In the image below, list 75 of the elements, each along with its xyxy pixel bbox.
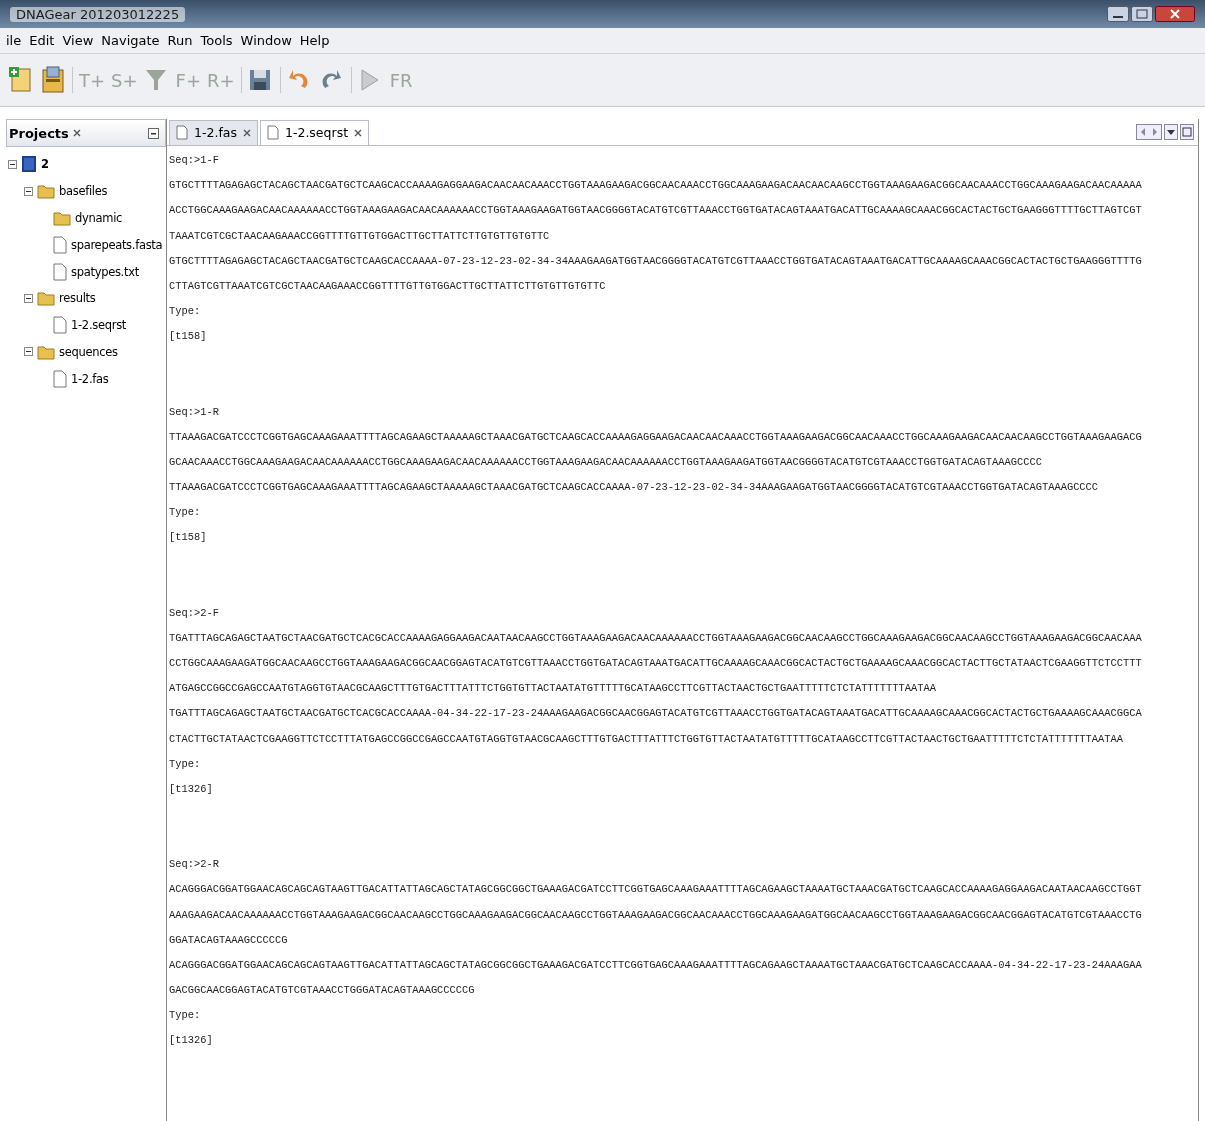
sequence-header: Seq:>1-R xyxy=(169,404,220,420)
new-file-icon[interactable] xyxy=(8,66,34,94)
sequence-line: GGATACAGTAAAGCCCCCG xyxy=(169,932,289,948)
collapse-icon[interactable] xyxy=(24,293,33,303)
close-icon[interactable] xyxy=(354,128,363,137)
sequence-line: CTTAGTCGTTAAATCGTCGCTAACAAGAAACCGGTTTTGTTGTGGACTTGCTTATTCTTGTGTTGTGTTC xyxy=(169,278,607,294)
sequence-line: TTAAAGACGATCCCTCGGTGAGCAAAGAAATTTTAGCAGAAGCTAAAAAGCTAAACGATGCTCAAGCACCAAAA-07-23-12-23-02-34-34AAAGAAGATGGTAACGGGGTACATGTCGTAAACCTGGTGATACAGTAAAGCCCC xyxy=(169,480,1100,496)
menu-item[interactable]: Tools xyxy=(200,32,233,49)
maximize-icon[interactable] xyxy=(1131,6,1153,22)
sequence-line: ACAGGGACGGATGGAACAGCAGCAGTAAGTTGACATTATTAGCAGCTATAGCGGCGGCTGAAAGACGATCCTTCGGTGAGCAAAGAAATTTTAGCAGAAGCTAAAATGCTAAACGATGCTCAAGCACCAAAA-04-34-22-17-23-24AAAGAA xyxy=(169,957,1143,973)
folder-icon xyxy=(37,182,55,201)
sequence-line: CCTGGCAAAGAAGATGGCAACAAGCCTGGTAAAGAAGACGGCAACGGAGTACATGTCGTTAAACCTGGTGATACAGTAAATGACATTGCAAAAGCAAACGGCACTACTGCTGAAAAGCAAACGGCACTACTTGCTATAACTCGAAGGTTCTCCTTT xyxy=(169,656,1143,671)
sequence-line: TTAAAGACGATCCCTCGGTGAGCAAAGAAATTTTAGCAGAAGCTAAAAAGCTAAACGATGCTCAAGCACCAAAAGAGGAAGACAACAACAAACCTGGTAAAGAAGACGGCAACAAACCTGGCAAAGAAGACAACAACAAGCCTGGTAAAGAAGACG xyxy=(169,429,1143,445)
file-icon xyxy=(53,369,67,388)
tree-item[interactable]: sequences xyxy=(59,344,118,359)
sequence-line: ACCTGGCAAAGAAGACAACAAAAAACCTGGTAAAGAAGACAACAAAAAACCTGGTAAAGAAGATGGTAACGGGGTACATGTCGTTAAACCTGGTGATACAGTAAATGACATTGCAAAAGCAAACGGCACTACTGCTGAAGGGTTTTGCTTAGTCGT xyxy=(169,203,1143,219)
type-label: Type: xyxy=(169,756,202,772)
tree-item[interactable]: results xyxy=(59,291,96,306)
open-project-icon[interactable] xyxy=(40,66,66,94)
type-value: [t158] xyxy=(169,329,208,345)
sequence-header: Seq:>2-F xyxy=(169,605,220,621)
type-label: Type: xyxy=(169,1008,202,1024)
sequence-line: TGATTTAGCAGAGCTAATGCTAACGATGCTCACGCACCAAAAGAGGAAGACAATAACAAGCCTGGTAAAGAAGACAACAAAAAACCTGGTAAAGAAGACGGCAACAAGCCTGGCAAAGAAGACGGCAACAAGCCTGGTAAAGAAGACGGCAACAAA xyxy=(169,630,1143,646)
file-icon xyxy=(53,235,67,254)
collapse-icon[interactable] xyxy=(24,186,33,196)
sequence-line: GTGCTTTTAGAGAGCTACAGCTAACGATGCTCAAGCACCAAAAGAGGAAGACAACAACAAACCTGGTAAAGAAGACGGCAACAAACCTGGCAAAGAAGACAACAACAAGCCTGGTAAAGAAGACGGCAACAAACCTGGCAAAGAAGACAACAAAAA xyxy=(169,178,1143,194)
minimize-icon[interactable] xyxy=(1107,6,1129,22)
sequence-line: AAAGAAGACAACAAAAAACCTGGTAAAGAAGACGGCAACAAGCCTGGCAAAGAAGACGGCAACAAGCCTGGTAAAGAAGACGGCAACAAACCTGGCAAAGAAGATGGCAACAAGCCTGGTAAAGAAGACGGCAACGGAGTACATGTCGTAAACCTG xyxy=(169,907,1143,923)
close-icon[interactable] xyxy=(242,128,251,137)
minimize-icon[interactable] xyxy=(148,127,159,139)
collapse-icon[interactable] xyxy=(8,159,17,169)
type-value: [t1326] xyxy=(169,781,214,797)
close-icon[interactable] xyxy=(72,129,81,137)
tree-item[interactable]: 1-2.fas xyxy=(71,371,109,386)
project-icon xyxy=(21,155,37,174)
dropdown-icon[interactable] xyxy=(1164,124,1178,140)
menu-item[interactable]: Navigate xyxy=(101,32,160,49)
menu-item[interactable]: View xyxy=(62,32,94,49)
file-icon xyxy=(53,262,67,281)
tree-item[interactable]: basefiles xyxy=(59,184,108,199)
menu-item[interactable]: ile xyxy=(6,32,22,49)
editor-tab[interactable]: 1-2.seqrst xyxy=(259,119,370,145)
sequence-line: ATGAGCCGGCCGAGCCAATGTAGGTGTAACGCAAGCTTTGTGACTTTATTTCTGGTGTTACTAATATGTTTTTGCATAAGCCTTCGTTACTAACTGCTGAATTTTTCTCTATTTTTTTAATAA xyxy=(169,681,937,697)
file-icon xyxy=(176,125,188,140)
tree-item[interactable]: dynamic xyxy=(75,211,123,225)
close-icon[interactable] xyxy=(1155,6,1195,22)
file-icon xyxy=(266,125,279,140)
collapse-icon[interactable] xyxy=(24,347,33,357)
sequence-line: GACGGCAACGGAGTACATGTCGTAAACCTGGGATACAGTAAAGCCCCCG xyxy=(169,983,476,999)
tree-item[interactable]: 2 xyxy=(41,157,49,172)
menu-item[interactable]: Help xyxy=(299,32,330,49)
type-value: [t1326] xyxy=(169,1033,214,1049)
sequence-line: CTACTTGCTATAACTCGAAGGTTCTCCTTTATGAGCCGGCCGAGCCAATGTAGGTGTAACGCAAGCTTTGTGACTTTATTTCTGGTGTTACTAATATGTTTTTGCATAAGCCTTCGTTACTAACTGCTGAATTTTTCTCTATTTTTTTAATAA xyxy=(169,731,1125,747)
tree-item[interactable]: sparepeats.fasta xyxy=(71,237,163,252)
menu-item[interactable]: Edit xyxy=(29,32,55,49)
sequence-header: Seq:>2-R xyxy=(169,857,220,873)
projects-tab[interactable]: Projects xyxy=(6,119,166,147)
sequence-line: TAAATCGTCGCTAACAAGAAACCGGTTTTGTTGTGGACTTGCTTATTCTTGTGTTGTGTTC xyxy=(169,228,551,244)
tree-item[interactable]: spatypes.txt xyxy=(71,264,139,279)
sequence-line: GCAACAAACCTGGCAAAGAAGACAACAAAAAACCTGGCAAAGAAGACAACAAAAAACCTGGTAAAGAAGACAACAAAAAACCTGGTAAAGAAGATGGTAACGGGGTACATGTCGTAAACCTGGTGATACAGTAAAGCCCC xyxy=(169,454,1043,470)
sequence-line: TGATTTAGCAGAGCTAATGCTAACGATGCTCACGCACCAAAA-04-34-22-17-23-24AAAGAAGACGGCAACGGAGTACATGTCGTTAAACCTGGTGATACAGTAAATGACATTGCAAAAGCAAACGGCACTACTGCTGAAAAGCAAACGGCA xyxy=(169,706,1143,722)
editor-tab[interactable]: 1-2.fas xyxy=(169,119,258,145)
file-icon xyxy=(53,316,67,335)
window-title: DNAGear 201203012225 xyxy=(10,6,186,22)
folder-icon xyxy=(53,209,71,227)
menu-item[interactable]: Run xyxy=(167,32,193,49)
sequence-header: Seq:>1-F xyxy=(169,153,220,168)
menu-item[interactable]: Window xyxy=(240,32,292,49)
sequence-line: GTGCTTTTAGAGAGCTACAGCTAACGATGCTCAAGCACCAAAA-07-23-12-23-02-34-34AAAGAAGATGGTAACGGGGTACATGTCGTTAAACCTGGTGATACAGTAAATGACATTGCAAAAGCAAACGGCACTACTGCTGAAGGGTTTTG xyxy=(169,253,1143,269)
sequence-line: ACAGGGACGGATGGAACAGCAGCAGTAAGTTGACATTATTAGCAGCTATAGCGGCGGCTGAAAGACGATCCTTCGGTGAGCAAAGAAATTTTAGCAGAAGCTAAAATGCTAAACGATGCTCAAGCACCAAAAGAGGAAGACAATAACAAGCCTGGT xyxy=(169,882,1143,898)
tree-item[interactable]: 1-2.seqrst xyxy=(71,318,127,333)
type-label: Type: xyxy=(169,304,202,320)
type-label: Type: xyxy=(169,505,202,521)
type-value: [t158] xyxy=(169,530,208,546)
folder-icon xyxy=(37,289,55,308)
